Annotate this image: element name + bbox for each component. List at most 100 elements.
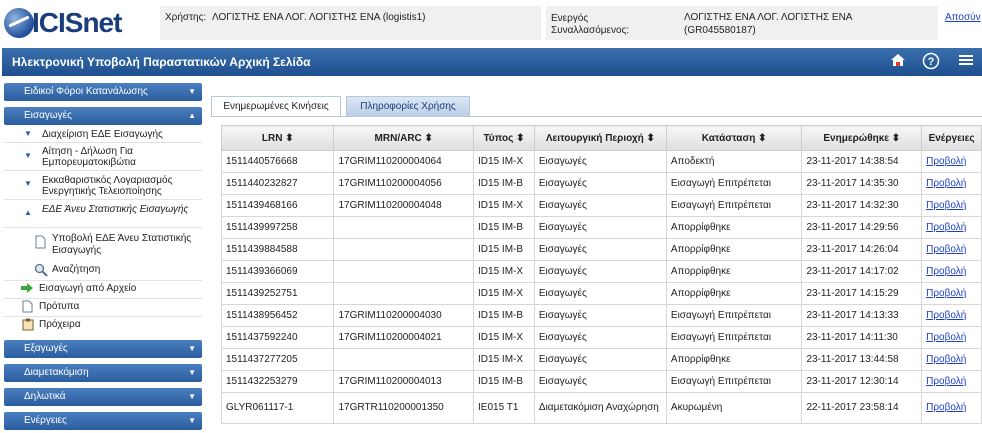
cell-status: Εισαγωγή Επιτρέπεται xyxy=(665,370,803,393)
cell-lrn: 1511438956452 xyxy=(220,304,335,327)
cell-area: Εισαγωγές xyxy=(533,370,667,393)
cell-mrn xyxy=(333,260,475,283)
cell-mrn xyxy=(333,282,475,305)
sidebar-section-actions[interactable]: Ενέργειες ▼ xyxy=(4,412,202,430)
cell-type: ID15 IM-X xyxy=(473,150,535,173)
logout-link[interactable]: Αποσύν xyxy=(945,12,981,23)
cell-mrn: 17GRIM110200004056 xyxy=(333,172,475,195)
column-header-actions: Ενέργειες xyxy=(921,125,982,151)
sidebar-item-import-sad[interactable]: ▼ Διαχείριση ΕΔΕ Εισαγωγής xyxy=(4,127,202,143)
sidebar-section-transit[interactable]: Διαμετακόμιση ▼ xyxy=(4,364,202,382)
view-link[interactable]: Προβολή xyxy=(921,304,982,327)
view-link[interactable]: Προβολή xyxy=(921,150,982,173)
column-header-status[interactable]: Κατάσταση ⬍ xyxy=(665,125,803,151)
table-row: 1511439468166 17GRIM110200004048 ID15 IM-X… xyxy=(220,194,982,217)
cell-updated: 23-11-2017 14:29:56 xyxy=(801,216,923,239)
sidebar-section-excise[interactable]: Ειδικοί Φόροι Κατανάλωσης ▼ xyxy=(4,83,202,101)
column-header-area[interactable]: Λειτουργική Περιοχή ⬍ xyxy=(533,125,667,151)
view-link[interactable]: Προβολή xyxy=(921,392,982,424)
user-value: ΛΟΓΙΣΤΗΣ ΕΝΑ ΛΟΓ. ΛΟΓΙΣΤΗΣ ΕΝΑ (logistis… xyxy=(212,12,426,23)
column-header-updated[interactable]: Ενημερώθηκε ⬍ xyxy=(801,125,923,151)
sidebar-item-search[interactable]: Αναζήτηση xyxy=(4,262,202,278)
arrow-down-icon: ▼ xyxy=(24,151,32,160)
view-link[interactable]: Προβολή xyxy=(921,260,982,283)
help-icon[interactable]: ? xyxy=(921,52,941,72)
cell-area: Εισαγωγές xyxy=(533,282,667,305)
sidebar-section-label: Εισαγωγές xyxy=(24,110,72,121)
view-link[interactable]: Προβολή xyxy=(921,238,982,261)
sidebar-section-manifests[interactable]: Δηλωτικά ▼ xyxy=(4,388,202,406)
table-header-row: LRN ⬍ MRN/ARC ⬍ Τύπος ⬍ Λειτουργική Περι… xyxy=(220,125,982,151)
tab-usage-info[interactable]: Πληροφορίες Χρήσης xyxy=(346,96,470,117)
cell-type: ID15 IM-B xyxy=(473,304,535,327)
sidebar-item-containers[interactable]: ▼ Αίτηση - Δήλωση Για Εμπορευματοκιβώτια xyxy=(4,144,202,171)
cell-updated: 23-11-2017 14:13:33 xyxy=(801,304,923,327)
cell-mrn: 17GRIM110200004030 xyxy=(333,304,475,327)
cell-updated: 23-11-2017 14:11:30 xyxy=(801,326,923,349)
chevron-up-icon: ▲ xyxy=(188,111,196,120)
view-link[interactable]: Προβολή xyxy=(921,282,982,305)
sidebar-item-submit-sad[interactable]: Υποβολή ΕΔΕ Άνευ Στατιστικής Εισαγωγής xyxy=(4,231,202,259)
user-label: Χρήστης: xyxy=(165,12,207,23)
sidebar-item-drafts[interactable]: Πρόχειρα xyxy=(4,316,202,333)
home-icon[interactable] xyxy=(888,52,908,72)
view-link[interactable]: Προβολή xyxy=(921,348,982,371)
trader-info-box: Ενεργός Συναλλασόμενος: ΛΟΓΙΣΤΗΣ ΕΝΑ ΛΟΓ… xyxy=(546,6,938,40)
cell-updated: 23-11-2017 14:26:04 xyxy=(801,238,923,261)
cell-type: ID15 IM-X xyxy=(473,282,535,305)
sidebar-item-clearance-account[interactable]: ▼ Εκκαθαριστικός Λογαριασμός Ενεργητικής… xyxy=(4,172,202,200)
cell-area: Εισαγωγές xyxy=(533,348,667,371)
column-header-type[interactable]: Τύπος ⬍ xyxy=(473,125,535,151)
menu-icon[interactable] xyxy=(956,52,976,72)
view-link[interactable]: Προβολή xyxy=(921,216,982,239)
cell-status: Εισαγωγή Επιτρέπεται xyxy=(665,172,803,195)
view-link[interactable]: Προβολή xyxy=(921,326,982,349)
sidebar-section-label: Δηλωτικά xyxy=(24,391,66,402)
view-link[interactable]: Προβολή xyxy=(921,370,982,393)
cell-status: Απορρίφθηκε xyxy=(665,282,803,305)
cell-lrn: 1511432253279 xyxy=(220,370,335,393)
cell-area: Εισαγωγές xyxy=(533,172,667,195)
trader-value-1: ΛΟΓΙΣΤΗΣ ΕΝΑ ΛΟΓ. ΛΟΓΙΣΤΗΣ ΕΝΑ xyxy=(684,12,853,23)
sidebar-item-templates[interactable]: Πρότυπα xyxy=(4,298,202,315)
sidebar-section-label: Ενέργειες xyxy=(24,415,67,426)
cell-area: Εισαγωγές xyxy=(533,304,667,327)
cell-area: Εισαγωγές xyxy=(533,326,667,349)
cell-status: Εισαγωγή Επιτρέπεται xyxy=(665,326,803,349)
sidebar-item-label: Εισαγωγή από Αρχείο xyxy=(39,283,137,294)
cell-lrn: GLYR061117-1 xyxy=(220,392,335,424)
sidebar-item-label: Διαχείριση ΕΔΕ Εισαγωγής xyxy=(42,129,163,140)
chevron-down-icon: ▼ xyxy=(188,392,196,401)
sidebar-section-exports[interactable]: Εξαγωγές ▼ xyxy=(4,340,202,358)
chevron-down-icon: ▼ xyxy=(188,416,196,425)
page-title: Ηλεκτρονική Υποβολή Παραστατικών Αρχική … xyxy=(12,55,311,69)
view-link[interactable]: Προβολή xyxy=(921,194,982,217)
logo-text: ICISnet xyxy=(32,7,122,38)
green-arrow-icon xyxy=(20,282,34,297)
cell-mrn: 17GRIM110200004048 xyxy=(333,194,475,217)
document-icon xyxy=(35,235,46,252)
column-header-lrn[interactable]: LRN ⬍ xyxy=(220,125,335,151)
tab-updated-movements[interactable]: Ενημερωμένες Κινήσεις xyxy=(211,96,341,117)
cell-updated: 23-11-2017 13:44:58 xyxy=(801,348,923,371)
cell-mrn: 17GRIM110200004013 xyxy=(333,370,475,393)
cell-lrn: 1511439468166 xyxy=(220,194,335,217)
cell-updated: 23-11-2017 12:30:14 xyxy=(801,370,923,393)
table-row: 1511440232827 17GRIM110200004056 ID15 IM-B… xyxy=(220,172,982,195)
sidebar-section-label: Εξαγωγές xyxy=(24,343,68,354)
sidebar-item-sad-no-stats[interactable]: ▲ ΕΔΕ Άνευ Στατιστικής Εισαγωγής xyxy=(4,201,202,228)
cell-mrn xyxy=(333,348,475,371)
top-header: ICISnet Χρήστης: ΛΟΓΙΣΤΗΣ ΕΝΑ ΛΟΓ. ΛΟΓΙΣ… xyxy=(0,0,982,46)
cell-status: Αποδεκτή xyxy=(665,150,803,173)
cell-lrn: 1511439884588 xyxy=(220,238,335,261)
cell-mrn: 17GRTR110200001350 xyxy=(333,392,475,424)
cell-mrn xyxy=(333,216,475,239)
sidebar-section-imports[interactable]: Εισαγωγές ▲ xyxy=(4,107,202,125)
view-link[interactable]: Προβολή xyxy=(921,172,982,195)
cell-type: IE015 T1 xyxy=(473,392,535,424)
cell-lrn: 1511440232827 xyxy=(220,172,335,195)
template-icon xyxy=(22,300,33,316)
column-header-mrn[interactable]: MRN/ARC ⬍ xyxy=(333,125,475,151)
table-row: 1511439366069 ID15 IM-X Εισαγωγές Απορρίφθη… xyxy=(220,260,982,283)
sidebar-item-import-file[interactable]: Εισαγωγή από Αρχείο xyxy=(4,280,202,297)
